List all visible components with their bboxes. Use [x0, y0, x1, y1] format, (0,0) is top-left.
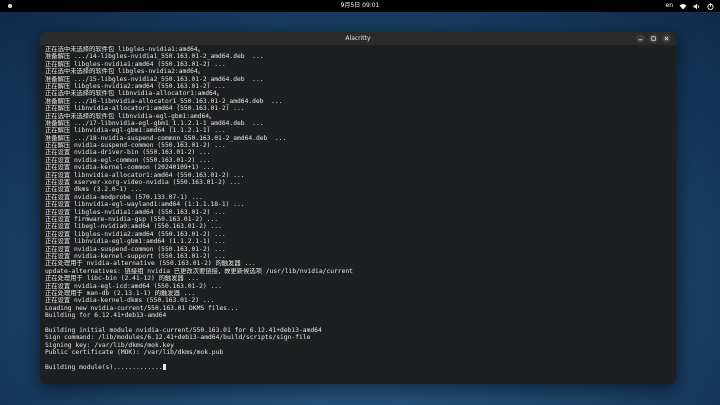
terminal-line: 正在设置 libnvidia-allocator1:amd64 (550.163… [45, 171, 245, 179]
terminal-line: 正在设置 nvidia-modprobe (570.133.07-1) ... [45, 193, 203, 201]
title-bar[interactable]: Alacritty [40, 32, 676, 45]
terminal-line: 正在解压 nvidia-suspend-common (550.163.01-2… [45, 142, 226, 150]
terminal-line: 准备解压 .../15-libgles-nvidia2_550.163.01-2… [45, 75, 264, 83]
close-icon [664, 36, 669, 41]
terminal-line: 正在设置 libgles-nvidia2:amd64 (550.163.01-2… [45, 230, 226, 238]
wifi-icon [679, 3, 687, 9]
terminal-line: 正在设置 nvidia-suspend-common (550.163.01-2… [45, 245, 226, 253]
terminal-line: Building initial module nvidia-current/5… [45, 326, 322, 334]
terminal-line: 正在解压 libgles-nvidia1:amd64 (550.163.01-2… [45, 60, 226, 68]
terminal-line: Public certificate (MOK): /var/lib/dkms/… [45, 349, 224, 357]
terminal-window[interactable]: Alacritty 正在选中未选择的软件包 libgles-nvidia1:am… [40, 32, 676, 384]
terminal-line: update-alternatives: 链接组 nvidia 已更改次要链接，… [45, 267, 353, 275]
terminal-line: 正在设置 nvidia-egl-icd:amd64 (550.163.01-2)… [45, 282, 222, 290]
terminal-line: 正在处理用于 libc-bin (2.41-12) 的触发器 ... [45, 275, 199, 283]
terminal-line: Building module(s)............. [45, 363, 670, 371]
terminal-line: 正在设置 libnvidia-egl-wayland1:amd64 (1:1.1… [45, 201, 245, 209]
terminal-line: 准备解压 .../16-libnvidia-allocator1_550.163… [45, 97, 283, 105]
terminal-line: 正在选中未选择的软件包 libnvidia-allocator1:amd64。 [45, 90, 223, 98]
terminal-line: 正在设置 nvidia-kernel-support (550.163.01-2… [45, 252, 226, 260]
terminal-line: Signing key: /var/lib/dkms/mok.key [45, 341, 174, 349]
terminal-line: 正在选中未选择的软件包 libgles-nvidia1:amd64。 [45, 46, 204, 53]
terminal-line: 正在解压 libnvidia-egl-gbm1:amd64 (1.1.2.1-1… [45, 127, 226, 135]
terminal-line: 准备解压 .../18-nvidia-suspend-common_550.16… [45, 134, 287, 142]
terminal-line: 准备解压 .../14-libgles-nvidia1_550.163.01-2… [45, 53, 264, 61]
top-bar: 9月5日 09:01 en [0, 0, 720, 12]
close-button[interactable] [662, 34, 671, 43]
terminal-line: 正在设置 nvidia-kernel-common (20240109+1) .… [45, 164, 215, 172]
terminal-line: 正在选中未选择的软件包 libnvidia-egl-gbm1:amd64。 [45, 112, 216, 120]
terminal-line: Sign command: /lib/modules/6.12.41+deb13… [45, 334, 311, 342]
window-title: Alacritty [345, 35, 371, 42]
terminal-line: 正在设置 firmware-nvidia-gsp (550.163.01-2) … [45, 215, 219, 223]
terminal-line: 正在设置 xserver-xorg-video-nvidia (550.163.… [45, 179, 241, 187]
system-tray[interactable]: en [666, 0, 715, 12]
terminal-line: 正在设置 nvidia-kernel-dkms (550.163.01-2) .… [45, 297, 215, 305]
minimize-icon [638, 39, 643, 41]
terminal-line: 正在处理用于 man-db (2.13.1-1) 的触发器 ... [45, 289, 196, 297]
power-icon [707, 2, 714, 10]
maximize-button[interactable] [649, 34, 658, 43]
terminal-line: 正在设置 nvidia-egl-common (550.163.01-2) ..… [45, 156, 211, 164]
clock[interactable]: 9月5日 09:01 [0, 0, 720, 12]
terminal-line: 正在设置 libnvidia-egl-gbm1:amd64 (1.1.2.1-1… [45, 238, 226, 246]
terminal-line: 正在处理用于 nvidia-alternative (550.163.01-2)… [45, 260, 256, 268]
terminal-line: Loading new nvidia-current/550.163.01 DK… [45, 304, 239, 312]
terminal-line: 正在设置 libegl-nvidia0:amd64 (550.163.01-2)… [45, 223, 222, 231]
maximize-icon [651, 36, 656, 41]
language-indicator[interactable]: en [666, 0, 674, 12]
terminal-line: 正在设置 libgles-nvidia1:amd64 (550.163.01-2… [45, 208, 226, 216]
terminal-line: 正在解压 libgles-nvidia2:amd64 (550.163.01-2… [45, 82, 226, 90]
volume-icon [693, 3, 699, 9]
terminal-line: 准备解压 .../17-libnvidia-egl-gbm1_1.1.2.1-1… [45, 119, 264, 127]
terminal-line: Building for 6.12.41+deb13-amd64 [45, 312, 167, 320]
terminal-line: 正在选中未选择的软件包 libgles-nvidia2:amd64。 [45, 68, 204, 76]
minimize-button[interactable] [636, 34, 645, 43]
terminal-line: 正在解压 libnvidia-allocator1:amd64 (550.163… [45, 105, 245, 113]
terminal-line: 正在设置 dkms (3.2.0-1) ... [45, 186, 143, 194]
terminal-output[interactable]: 正在选中未选择的软件包 libgles-nvidia1:amd64。 准备解压 .… [45, 46, 670, 384]
text-cursor [162, 363, 167, 370]
terminal-line: 正在设置 nvidia-driver-bin (550.163.01-2) ..… [45, 149, 211, 157]
